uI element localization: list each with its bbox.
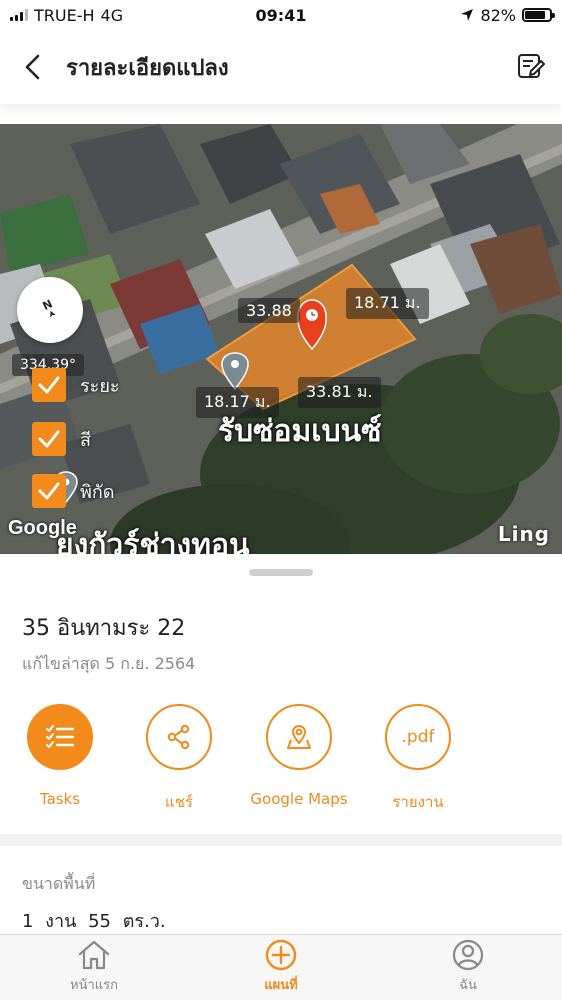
google-maps-label: Google Maps [250, 790, 348, 808]
status-bar: TRUE-H 4G 09:41 82% [0, 0, 562, 30]
checkbox-checked-icon [32, 368, 66, 402]
toggle-coordinates[interactable]: พิกัด [32, 474, 114, 508]
report-button[interactable]: .pdf รายงาน [358, 704, 478, 814]
nav-item-home[interactable]: หน้าแรก [34, 939, 154, 995]
nav-item-me[interactable]: ฉัน [408, 939, 528, 995]
share-icon [167, 724, 190, 750]
measurement-top: 33.88 [238, 298, 300, 323]
nav-label-map: แผนที่ [264, 978, 298, 993]
share-label: แชร์ [165, 793, 193, 811]
add-circle-icon [265, 939, 297, 971]
checkbox-checked-icon [32, 422, 66, 456]
report-circle: .pdf [385, 704, 451, 770]
chevron-left-icon [25, 54, 40, 80]
area-value: 1 งาน 55 ตร.ว. [22, 911, 166, 932]
back-button[interactable] [0, 30, 66, 104]
page-title: รายละเอียดแปลง [66, 55, 229, 81]
pdf-icon: .pdf [401, 727, 435, 747]
action-row: Tasks แชร์ Google Maps .pdf รายงาน [0, 704, 562, 814]
toggle-distance[interactable]: ระยะ [32, 368, 120, 402]
tasks-button[interactable]: Tasks [0, 704, 120, 808]
checkbox-checked-icon [32, 474, 66, 508]
toggle-label: สี [80, 429, 91, 451]
toggle-color[interactable]: สี [32, 422, 91, 456]
tasks-label: Tasks [39, 790, 81, 808]
plot-name: 35 อินทามระ 22 [22, 616, 186, 641]
battery-percent: 82% [480, 5, 516, 25]
area-label: ขนาดพื้นที่ [22, 874, 96, 893]
network-type: 4G [100, 5, 124, 25]
signal-icon [10, 9, 28, 21]
sheet-drag-handle[interactable] [249, 569, 313, 576]
nav-label-me: ฉัน [459, 978, 477, 993]
status-left: TRUE-H 4G [10, 6, 123, 25]
home-icon [78, 940, 110, 970]
satellite-map[interactable]: N 334.39° 33.88 18.71 ม. 33.81 ม. 18.17 … [0, 124, 562, 554]
app-header: รายละเอียดแปลง [0, 30, 562, 104]
map-pin-icon [287, 724, 311, 749]
map-place-label-shop: รับซ่อมเบนซ์ [218, 414, 382, 449]
google-maps-circle [266, 704, 332, 770]
battery-level [525, 11, 545, 19]
plot-detail-sheet: 35 อินทามระ 22 แก้ไขล่าสุด 5 ก.ย. 2564 T… [0, 554, 562, 934]
carrier-name: TRUE-H [34, 5, 95, 25]
measurement-right: 18.71 ม. [346, 288, 429, 319]
last-edited-date: แก้ไขล่าสุด 5 ก.ย. 2564 [22, 654, 196, 673]
google-maps-button[interactable]: Google Maps [239, 704, 359, 808]
section-divider [0, 834, 562, 846]
toggle-label: ระยะ [80, 375, 120, 397]
edit-button[interactable] [500, 30, 562, 104]
map-corner-label: Ling [497, 522, 550, 546]
svg-text:N: N [41, 297, 55, 313]
tasks-circle [27, 704, 93, 770]
nav-item-map[interactable]: แผนที่ [221, 939, 341, 995]
share-button[interactable]: แชร์ [119, 704, 239, 814]
measurement-bottom: 33.81 ม. [298, 377, 381, 408]
map-place-label-street: ยงกัวร์ช่างทอน [56, 528, 250, 554]
compass-button[interactable]: N [17, 277, 83, 343]
compass-north-icon: N [41, 297, 56, 318]
status-right: 82% [460, 5, 555, 25]
edit-note-icon [518, 54, 545, 78]
location-arrow-icon [461, 9, 474, 21]
battery-icon [522, 8, 555, 22]
google-attribution[interactable]: Google [8, 517, 77, 540]
report-label: รายงาน [392, 793, 444, 811]
checklist-icon [46, 725, 75, 748]
share-circle [146, 704, 212, 770]
toggle-label: พิกัด [80, 481, 115, 503]
bottom-navigation: หน้าแรก แผนที่ ฉัน [0, 934, 562, 1000]
user-icon [452, 939, 484, 971]
nav-label-home: หน้าแรก [70, 978, 118, 993]
